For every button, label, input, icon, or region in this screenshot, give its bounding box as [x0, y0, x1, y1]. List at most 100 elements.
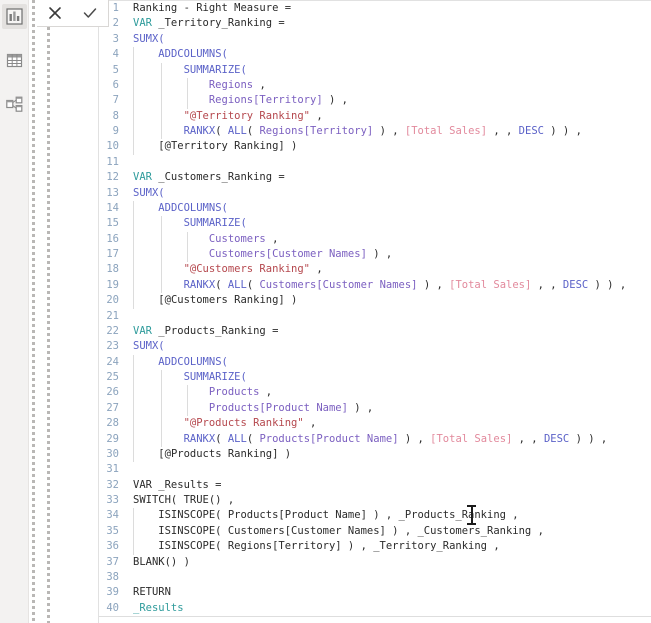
- code-line[interactable]: 5 SUMMARIZE(: [99, 62, 651, 78]
- indent-guide: [133, 370, 134, 386]
- indent-guide: [161, 93, 162, 109]
- code-line[interactable]: 39 RETURN: [99, 585, 651, 600]
- code-line[interactable]: 36 ISINSCOPE( Regions[Territory] ) , _Te…: [99, 539, 651, 555]
- code-line[interactable]: 25 SUMMARIZE(: [99, 370, 651, 386]
- code-token-plain: (: [215, 125, 228, 137]
- line-content[interactable]: VAR _Products_Ranking =: [125, 324, 651, 339]
- code-line[interactable]: 27 Products[Product Name] ) ,: [99, 400, 651, 417]
- line-content[interactable]: Products[Product Name] ) ,: [125, 400, 651, 417]
- sidebar-item-report-view[interactable]: [1, 4, 27, 29]
- code-line[interactable]: 14 ADDCOLUMNS(: [99, 200, 651, 217]
- code-line[interactable]: 17 Customers[Customer Names] ) ,: [99, 247, 651, 263]
- line-content[interactable]: VAR _Territory_Ranking =: [125, 16, 651, 31]
- indent-guide: [187, 400, 188, 417]
- line-content[interactable]: RANKX( ALL( Regions[Territory] ) , [Tota…: [125, 124, 651, 140]
- line-number: 3: [112, 32, 119, 45]
- dax-code-editor[interactable]: 1 Ranking - Right Measure = 2 VAR _Territor…: [98, 0, 651, 623]
- code-line[interactable]: 12 VAR _Customers_Ranking =: [99, 170, 651, 185]
- code-line[interactable]: 22 VAR _Products_Ranking =: [99, 324, 651, 339]
- line-content[interactable]: [@Products Ranking] ): [125, 446, 651, 463]
- line-number: 11: [106, 155, 119, 168]
- commit-button[interactable]: [76, 1, 104, 25]
- line-content[interactable]: SUMX(: [125, 339, 651, 354]
- line-content[interactable]: ADDCOLUMNS(: [125, 47, 651, 63]
- pane-resize-handle-left[interactable]: [29, 0, 38, 623]
- line-number: 7: [112, 94, 119, 107]
- line-content[interactable]: Regions[Territory] ) ,: [125, 93, 651, 109]
- code-line[interactable]: 24 ADDCOLUMNS(: [99, 354, 651, 370]
- line-content[interactable]: Products ,: [125, 385, 651, 401]
- line-content[interactable]: ISINSCOPE( Regions[Territory] ) , _Terri…: [125, 539, 651, 555]
- code-line[interactable]: 31: [99, 462, 651, 477]
- code-line[interactable]: 15 SUMMARIZE(: [99, 216, 651, 232]
- line-content[interactable]: "@Customers Ranking" ,: [125, 262, 651, 278]
- code-line[interactable]: 20 [@Customers Ranking] ): [99, 293, 651, 309]
- sidebar-item-data-view[interactable]: [2, 48, 27, 73]
- code-line[interactable]: 3 SUMX(: [99, 32, 651, 47]
- code-token-plain: ,: [310, 263, 323, 276]
- code-line[interactable]: 33 SWITCH( TRUE() ,: [99, 493, 651, 508]
- code-line[interactable]: 11: [99, 155, 651, 170]
- code-line[interactable]: 13 SUMX(: [99, 186, 651, 201]
- indent-guide: [161, 370, 162, 386]
- line-content[interactable]: Regions ,: [125, 77, 651, 94]
- sidebar-item-model-view[interactable]: [2, 92, 27, 117]
- code-line[interactable]: 35 ISINSCOPE( Customers[Customer Names] …: [99, 523, 651, 540]
- code-line[interactable]: 38: [99, 570, 651, 585]
- line-content[interactable]: SWITCH( TRUE() ,: [125, 493, 651, 508]
- code-line[interactable]: 16 Customers ,: [99, 231, 651, 247]
- line-content[interactable]: VAR _Customers_Ranking =: [125, 170, 651, 185]
- indent-guide: [133, 508, 134, 524]
- code-line[interactable]: 26 Products ,: [99, 385, 651, 401]
- line-content[interactable]: "@Products Ranking" ,: [125, 416, 651, 432]
- code-line[interactable]: 6 Regions ,: [99, 77, 651, 94]
- code-line[interactable]: 30 [@Products Ranking] ): [99, 446, 651, 463]
- line-content[interactable]: SUMMARIZE(: [125, 216, 651, 232]
- line-content[interactable]: BLANK() ): [125, 555, 651, 570]
- line-content[interactable]: RANKX( ALL( Customers[Customer Names] ) …: [125, 277, 651, 294]
- line-content[interactable]: [@Territory Ranking] ): [125, 139, 651, 155]
- line-content[interactable]: ADDCOLUMNS(: [125, 200, 651, 217]
- line-content[interactable]: ISINSCOPE( Products[Product Name] ) , _P…: [125, 508, 651, 524]
- line-number: 5: [112, 63, 119, 76]
- code-line[interactable]: 32 VAR _Results =: [99, 478, 651, 493]
- dotted-divider-icon: [32, 0, 35, 623]
- code-line[interactable]: 40 _Results: [99, 601, 651, 616]
- line-content[interactable]: SUMMARIZE(: [125, 370, 651, 386]
- line-content[interactable]: "@Territory Ranking" ,: [125, 108, 651, 124]
- line-content[interactable]: RETURN: [125, 585, 651, 600]
- code-line[interactable]: 19 RANKX( ALL( Customers[Customer Names]…: [99, 277, 651, 294]
- code-line[interactable]: 4 ADDCOLUMNS(: [99, 47, 651, 63]
- line-content[interactable]: SUMX(: [125, 32, 651, 47]
- code-line[interactable]: 1 Ranking - Right Measure =: [99, 1, 651, 16]
- line-content[interactable]: ADDCOLUMNS(: [125, 354, 651, 370]
- code-line[interactable]: 10 [@Territory Ranking] ): [99, 139, 651, 155]
- indent-guide: [161, 385, 162, 401]
- line-content[interactable]: RANKX( ALL( Products[Product Name] ) , […: [125, 431, 651, 447]
- cancel-button[interactable]: [41, 1, 69, 25]
- line-content[interactable]: VAR _Results =: [125, 478, 651, 493]
- code-lines-container[interactable]: 1 Ranking - Right Measure = 2 VAR _Territor…: [99, 1, 651, 617]
- indent-guide: [187, 231, 188, 247]
- line-content[interactable]: Ranking - Right Measure =: [125, 1, 651, 16]
- line-content[interactable]: [@Customers Ranking] ): [125, 293, 651, 309]
- code-line[interactable]: 18 "@Customers Ranking" ,: [99, 262, 651, 278]
- line-content[interactable]: Customers ,: [125, 231, 651, 247]
- code-line[interactable]: 2 VAR _Territory_Ranking =: [99, 16, 651, 31]
- line-content[interactable]: _Results: [125, 601, 651, 616]
- code-line[interactable]: 34 ISINSCOPE( Products[Product Name] ) ,…: [99, 508, 651, 524]
- line-content[interactable]: ISINSCOPE( Customers[Customer Names] ) ,…: [125, 523, 651, 540]
- code-line[interactable]: 37 BLANK() ): [99, 555, 651, 570]
- code-line[interactable]: 8 "@Territory Ranking" ,: [99, 108, 651, 124]
- code-line[interactable]: 23 SUMX(: [99, 339, 651, 354]
- code-line[interactable]: 7 Regions[Territory] ) ,: [99, 93, 651, 109]
- code-line[interactable]: 21: [99, 309, 651, 324]
- line-content[interactable]: SUMMARIZE(: [125, 62, 651, 78]
- line-content[interactable]: SUMX(: [125, 186, 651, 201]
- code-line[interactable]: 28 "@Products Ranking" ,: [99, 416, 651, 432]
- code-line[interactable]: 9 RANKX( ALL( Regions[Territory] ) , [To…: [99, 124, 651, 140]
- code-line[interactable]: 29 RANKX( ALL( Products[Product Name] ) …: [99, 431, 651, 447]
- line-content[interactable]: Customers[Customer Names] ) ,: [125, 247, 651, 263]
